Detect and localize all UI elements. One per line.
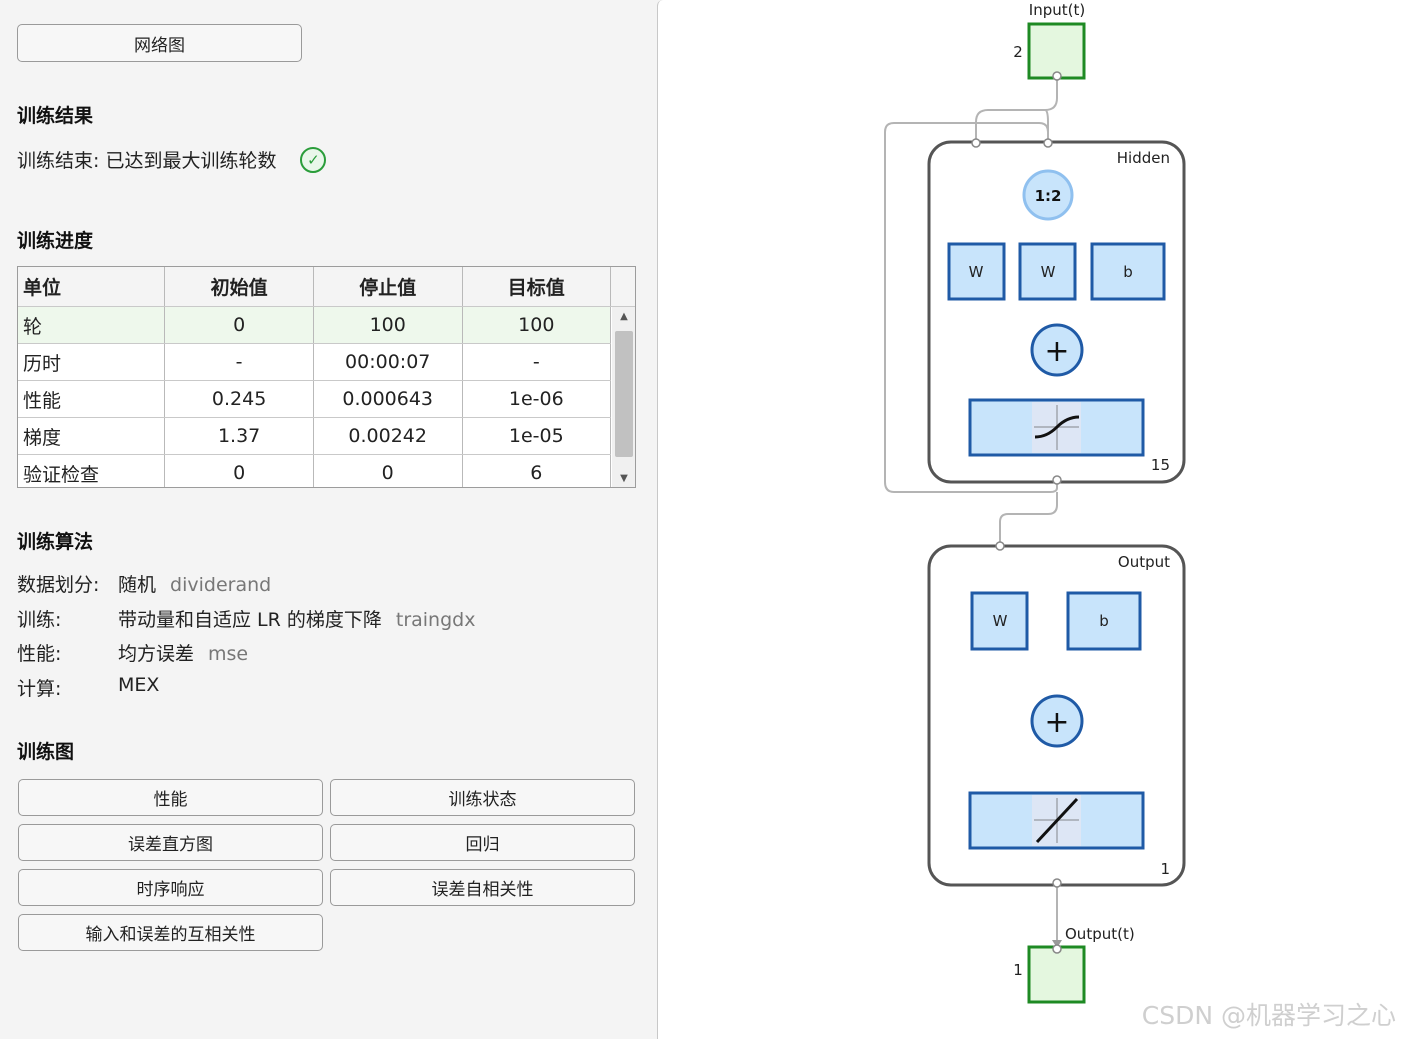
table-cell: -	[164, 343, 314, 381]
results-status: 训练结束: 已达到最大训练轮数 ✓	[17, 146, 327, 173]
output-size: 1	[1160, 860, 1170, 878]
plot-performance-button[interactable]: 性能	[18, 779, 323, 816]
scroll-up-icon[interactable]: ▲	[612, 307, 635, 325]
output-bias-label: b	[1099, 612, 1109, 630]
table-cell: 1e-06	[462, 380, 612, 418]
column-header-initial: 初始值	[164, 267, 314, 307]
table-cell: 0.00242	[313, 417, 463, 455]
algo-value: 随机 dividerand	[118, 574, 272, 596]
input-label: Input(t)	[1029, 1, 1085, 19]
wire	[999, 492, 1058, 546]
table-cell: 0	[164, 306, 314, 344]
output-sum-symbol: +	[1044, 705, 1069, 740]
table-row[interactable]: 梯度 1.37 0.00242 1e-05	[18, 417, 612, 455]
plot-error-histogram-button[interactable]: 误差直方图	[18, 824, 323, 861]
table-cell: 100	[462, 306, 612, 344]
plot-input-error-crosscorrelation-button[interactable]: 输入和误差的互相关性	[18, 914, 323, 951]
input-size: 2	[1013, 43, 1023, 61]
table-cell: 0	[313, 454, 463, 487]
plot-error-autocorrelation-button[interactable]: 误差自相关性	[330, 869, 635, 906]
column-header-stop: 停止值	[313, 267, 463, 307]
table-cell: 梯度	[18, 417, 166, 455]
watermark: CSDN @机器学习之心	[1142, 1001, 1396, 1030]
plot-training-state-button[interactable]: 训练状态	[330, 779, 635, 816]
table-cell: 100	[313, 306, 463, 344]
output-weight-label: W	[993, 612, 1008, 630]
hidden-label: Hidden	[1117, 149, 1170, 167]
table-cell: 性能	[18, 380, 166, 418]
table-row[interactable]: 性能 0.245 0.000643 1e-06	[18, 380, 612, 418]
algo-function: traingdx	[395, 609, 476, 631]
check-circle-icon: ✓	[300, 146, 327, 173]
network-diagram-button[interactable]: 网络图	[17, 24, 302, 62]
algo-key: 训练:	[17, 609, 62, 631]
hidden-size: 15	[1151, 456, 1170, 474]
table-cell: 0.245	[164, 380, 314, 418]
column-header-target: 目标值	[462, 267, 612, 307]
table-cell: 轮	[18, 306, 166, 344]
algorithm-heading: 训练算法	[17, 531, 94, 553]
table-cell: 历时	[18, 343, 166, 381]
hidden-bias-label: b	[1123, 263, 1133, 281]
column-header-unit: 单位	[18, 267, 166, 307]
hidden-weight-label: W	[969, 263, 984, 281]
table-cell: 0	[164, 454, 314, 487]
network-diagram: Input(t) 2 Hidden 15 1:2 W W b + Output …	[884, 1, 1396, 1030]
network-diagram-panel: Input(t) 2 Hidden 15 1:2 W W b + Output …	[657, 0, 1401, 1039]
table-cell: 验证检查	[18, 454, 166, 487]
algo-key: 计算:	[17, 678, 62, 700]
plot-time-series-response-button[interactable]: 时序响应	[18, 869, 323, 906]
table-scrollbar[interactable]: ▲ ▼	[612, 307, 635, 487]
table-row[interactable]: 历时 - 00:00:07 -	[18, 343, 612, 381]
hidden-recurrent-weight-label: W	[1041, 263, 1056, 281]
table-cell: 6	[462, 454, 612, 487]
table-row[interactable]: 验证检查 0 0 6	[18, 454, 612, 487]
plots-heading: 训练图	[17, 741, 75, 763]
training-panel: 网络图 训练结果 训练结束: 已达到最大训练轮数 ✓ 训练进度 单位 初始值 停…	[0, 0, 656, 1039]
scroll-thumb[interactable]	[615, 331, 633, 457]
table-cell: 1e-05	[462, 417, 612, 455]
delay-label: 1:2	[1035, 187, 1062, 205]
table-row[interactable]: 轮 0 100 100	[18, 306, 612, 344]
wire	[975, 76, 1058, 143]
table-cell: -	[462, 343, 612, 381]
output-label: Output	[1118, 553, 1170, 571]
header-filler	[611, 267, 635, 307]
algo-key: 性能:	[17, 643, 62, 665]
input-block[interactable]	[1027, 22, 1086, 80]
table-header-row: 单位 初始值 停止值 目标值	[18, 267, 612, 307]
algo-function: dividerand	[170, 574, 272, 596]
algo-value: 均方误差 mse	[118, 643, 249, 665]
algo-value: 带动量和自适应 LR 的梯度下降 traingdx	[118, 609, 476, 631]
table-cell: 1.37	[164, 417, 314, 455]
algo-key: 数据划分:	[17, 574, 100, 596]
results-heading: 训练结果	[17, 105, 94, 127]
progress-table: 单位 初始值 停止值 目标值 轮 0 100 100 历时 - 00:00:07…	[17, 266, 636, 488]
algo-function: mse	[208, 643, 249, 665]
output-t-block[interactable]	[1027, 945, 1086, 1004]
plot-regression-button[interactable]: 回归	[330, 824, 635, 861]
algo-value: MEX	[118, 674, 160, 696]
table-cell: 0.000643	[313, 380, 463, 418]
hidden-sum-symbol: +	[1044, 334, 1069, 369]
progress-heading: 训练进度	[17, 230, 94, 252]
output-t-size: 1	[1013, 961, 1023, 979]
scroll-down-icon[interactable]: ▼	[612, 469, 635, 487]
table-cell: 00:00:07	[313, 343, 463, 381]
output-t-label: Output(t)	[1065, 925, 1135, 943]
results-status-text: 训练结束: 已达到最大训练轮数	[17, 150, 277, 172]
